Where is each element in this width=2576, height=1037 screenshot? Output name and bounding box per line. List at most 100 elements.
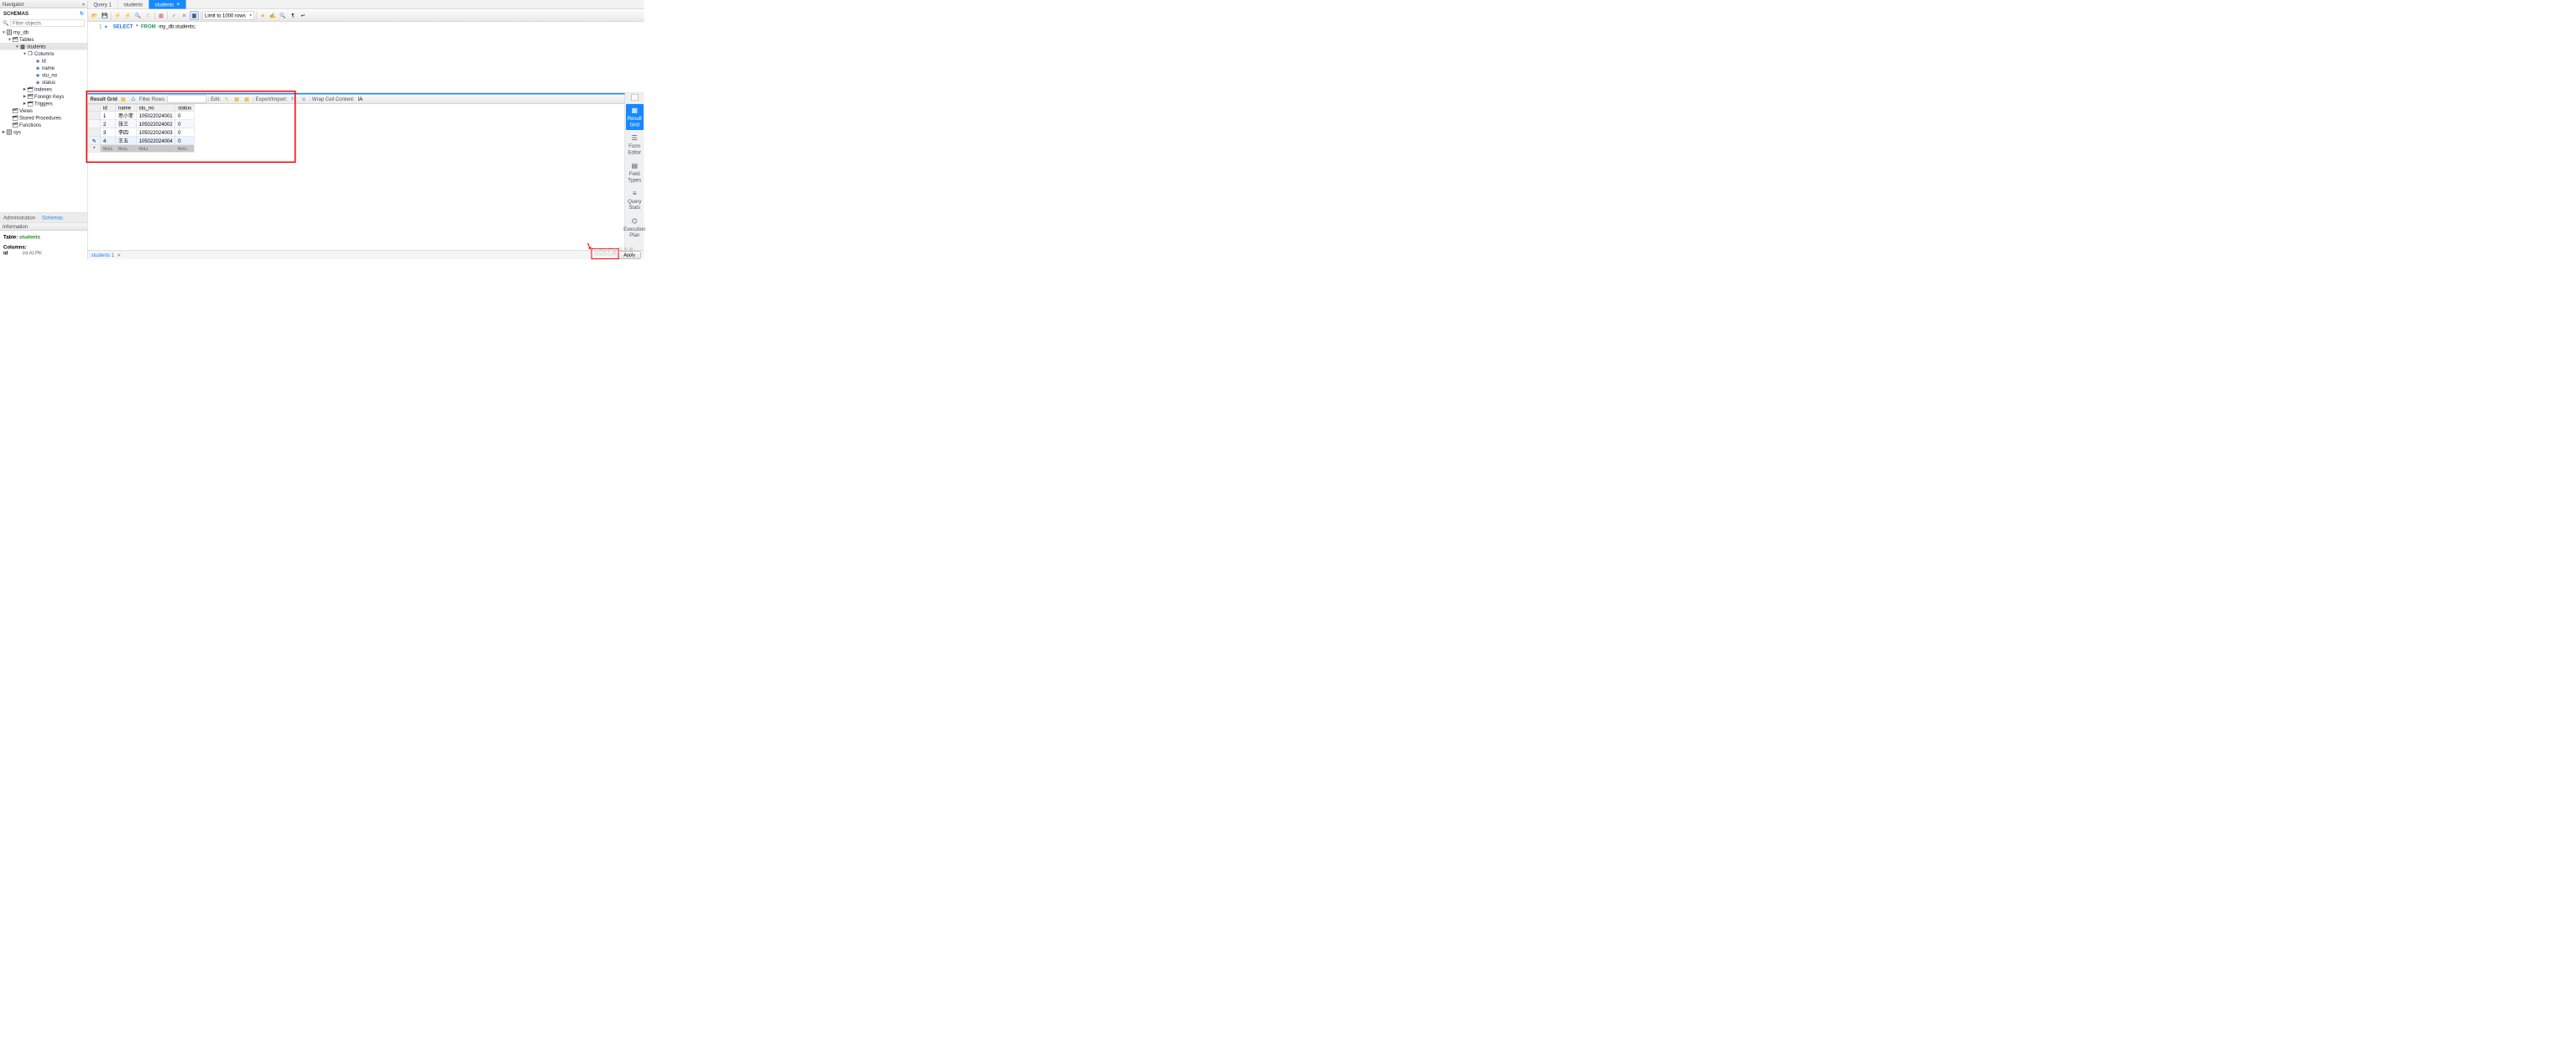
wrap-icon: ↵ <box>301 13 305 18</box>
tab-administration[interactable]: Administration <box>0 213 39 222</box>
tree-sprocs[interactable]: Stored Procedures <box>18 115 61 121</box>
table-row[interactable]: 2张三1050220240020 <box>88 120 195 128</box>
column-icon: ◆ <box>34 79 41 85</box>
col-header-id[interactable]: id <box>101 104 116 112</box>
database-icon: 🗄 <box>6 29 13 35</box>
refresh-result-button[interactable]: ♺ <box>129 95 138 103</box>
rollback-button[interactable]: ✖ <box>180 11 189 20</box>
result-grid-label: Result Grid <box>91 96 117 102</box>
export-import-label: Export/Import: <box>256 96 288 102</box>
insert-row-button[interactable]: ▦ <box>232 95 241 103</box>
edit-label: Edit: <box>211 96 221 102</box>
import-button[interactable]: ⇲ <box>299 95 307 103</box>
tree-db[interactable]: my_db <box>13 29 29 35</box>
tree-tables[interactable]: Tables <box>18 36 34 42</box>
split-toggle-icon[interactable] <box>631 94 638 101</box>
rollback-icon: ✖ <box>182 13 186 18</box>
tree-col-stu-no[interactable]: stu_no <box>41 72 57 78</box>
stop-button[interactable]: ⦸ <box>143 11 153 20</box>
schemas-title: SCHEMAS <box>3 11 29 17</box>
wrap-cell-label: Wrap Cell Content: <box>312 96 355 102</box>
sql-editor[interactable]: 1● SELECT * FROM my_db.students; <box>88 22 644 93</box>
edit-row-button[interactable]: ✎ <box>222 95 231 103</box>
info-columns-label: Columns: <box>3 244 27 250</box>
database-icon: 🗄 <box>6 129 13 135</box>
tree-fks[interactable]: Foreign Keys <box>34 93 64 99</box>
tab-students-1[interactable]: students <box>117 0 149 9</box>
tree-indexes[interactable]: Indexes <box>34 86 52 92</box>
form-icon: ☰ <box>632 134 638 143</box>
filter-rows-input[interactable] <box>168 96 206 103</box>
row-limit-combo[interactable]: Limit to 1000 rows▼ <box>203 11 255 19</box>
grid-view-button[interactable]: ▦ <box>119 95 128 103</box>
refresh-icon[interactable]: ↻ <box>80 11 84 17</box>
open-file-button[interactable]: 📂 <box>91 11 100 20</box>
info-col-type: int AI PK <box>23 250 42 256</box>
view-result-grid[interactable]: ▦Result Grid <box>626 104 644 130</box>
delete-row-icon: ▦ <box>244 96 249 102</box>
column-icon: ◆ <box>34 65 41 70</box>
result-toolbar: Result Grid ▦ ♺ Filter Rows: | Edit: ✎ ▦… <box>88 93 625 104</box>
col-header-stu-no[interactable]: stu_no <box>136 104 175 112</box>
grid-header-row: id name stu_no status <box>88 104 195 112</box>
wrap-cell-button[interactable]: IA <box>356 95 364 103</box>
folder-icon: 🗂 <box>27 93 34 99</box>
magnifier-lightning-icon: 🔍 <box>135 13 141 18</box>
view-query-stats[interactable]: ≡Query Stats <box>626 187 644 213</box>
commit-button[interactable]: ✔ <box>169 11 179 20</box>
autocommit-icon: ▦ <box>159 13 164 18</box>
favorite-button[interactable]: ★ <box>258 11 268 20</box>
apply-button[interactable]: Apply <box>618 251 641 258</box>
tree-columns[interactable]: Columns <box>34 50 55 56</box>
tree-col-status[interactable]: status <box>41 79 55 85</box>
export-button[interactable]: ⇱ <box>289 95 297 103</box>
explain-button[interactable]: 🔍 <box>133 11 143 20</box>
sql-toolbar: 📂 💾 ⚡ ⚡ 🔍 ⦸ ▦ ✔ ✖ ▦ Limit to 1000 rows▼ … <box>88 9 644 22</box>
tab-schemas[interactable]: Schemas <box>39 213 66 222</box>
toggle-wrap-button[interactable]: ↵ <box>299 11 308 20</box>
chevron-down-icon[interactable]: ▾ <box>82 1 85 7</box>
info-table-name: students <box>19 234 40 240</box>
view-form-editor[interactable]: ☰Form Editor <box>626 132 644 158</box>
beautify-button[interactable]: ✍ <box>269 11 278 20</box>
toggle-autocommit-button[interactable]: ▦ <box>157 11 166 20</box>
close-icon[interactable]: ✕ <box>176 3 180 8</box>
tree-funcs[interactable]: Functions <box>18 122 41 128</box>
table-row-editing[interactable]: ✎4王五1050220240040 <box>88 137 195 145</box>
new-row-icon: * <box>88 145 101 153</box>
table-row[interactable]: 1思小菲1050220240010 <box>88 112 195 120</box>
result-grid[interactable]: id name stu_no status 1思小菲1050220240010 … <box>88 104 625 153</box>
execute-button[interactable]: ⚡ <box>113 11 123 20</box>
schema-tree[interactable]: ▼🗄my_db ▼🗂Tables ▼▦students ▼❐Columns ◆i… <box>0 28 87 213</box>
col-header-status[interactable]: status <box>175 104 195 112</box>
find-button[interactable]: 🔍 <box>279 11 288 20</box>
tab-query1[interactable]: Query 1 <box>88 0 118 9</box>
toggle-tx-button[interactable]: ▦ <box>190 11 199 20</box>
tree-col-name[interactable]: name <box>41 65 55 70</box>
close-icon[interactable]: ✕ <box>117 252 121 258</box>
tab-students-2[interactable]: students✕ <box>149 0 186 9</box>
save-file-button[interactable]: 💾 <box>101 11 110 20</box>
navigator-title: Navigator <box>3 1 24 7</box>
folder-icon: 🗂 <box>12 115 18 121</box>
execute-current-button[interactable]: ⚡ <box>123 11 133 20</box>
tree-triggers[interactable]: Triggers <box>34 101 53 107</box>
tree-col-id[interactable]: id <box>41 58 46 64</box>
tree-table-students[interactable]: students <box>26 44 46 50</box>
grid-icon: ▦ <box>121 96 126 102</box>
column-icon: ◆ <box>34 72 41 78</box>
table-row-new[interactable]: *NULLNULLNULLNULL <box>88 145 195 153</box>
col-header-name[interactable]: name <box>116 104 137 112</box>
tree-views[interactable]: Views <box>18 107 33 113</box>
view-execution-plan[interactable]: ⌬Execution Plan <box>626 215 644 241</box>
filter-objects-input[interactable] <box>10 19 85 27</box>
footer-tab[interactable]: students 1 <box>91 252 115 258</box>
toggle-invisible-button[interactable]: ¶ <box>289 11 298 20</box>
tree-sys[interactable]: sys <box>13 129 21 135</box>
table-row[interactable]: 3李四1050220240030 <box>88 128 195 137</box>
delete-row-button[interactable]: ▦ <box>242 95 251 103</box>
information-header: Information <box>0 222 87 231</box>
view-field-types[interactable]: ▤Field Types <box>626 159 644 185</box>
breakpoint-icon[interactable]: ● <box>105 23 108 29</box>
search-icon: 🔍 <box>3 20 8 26</box>
